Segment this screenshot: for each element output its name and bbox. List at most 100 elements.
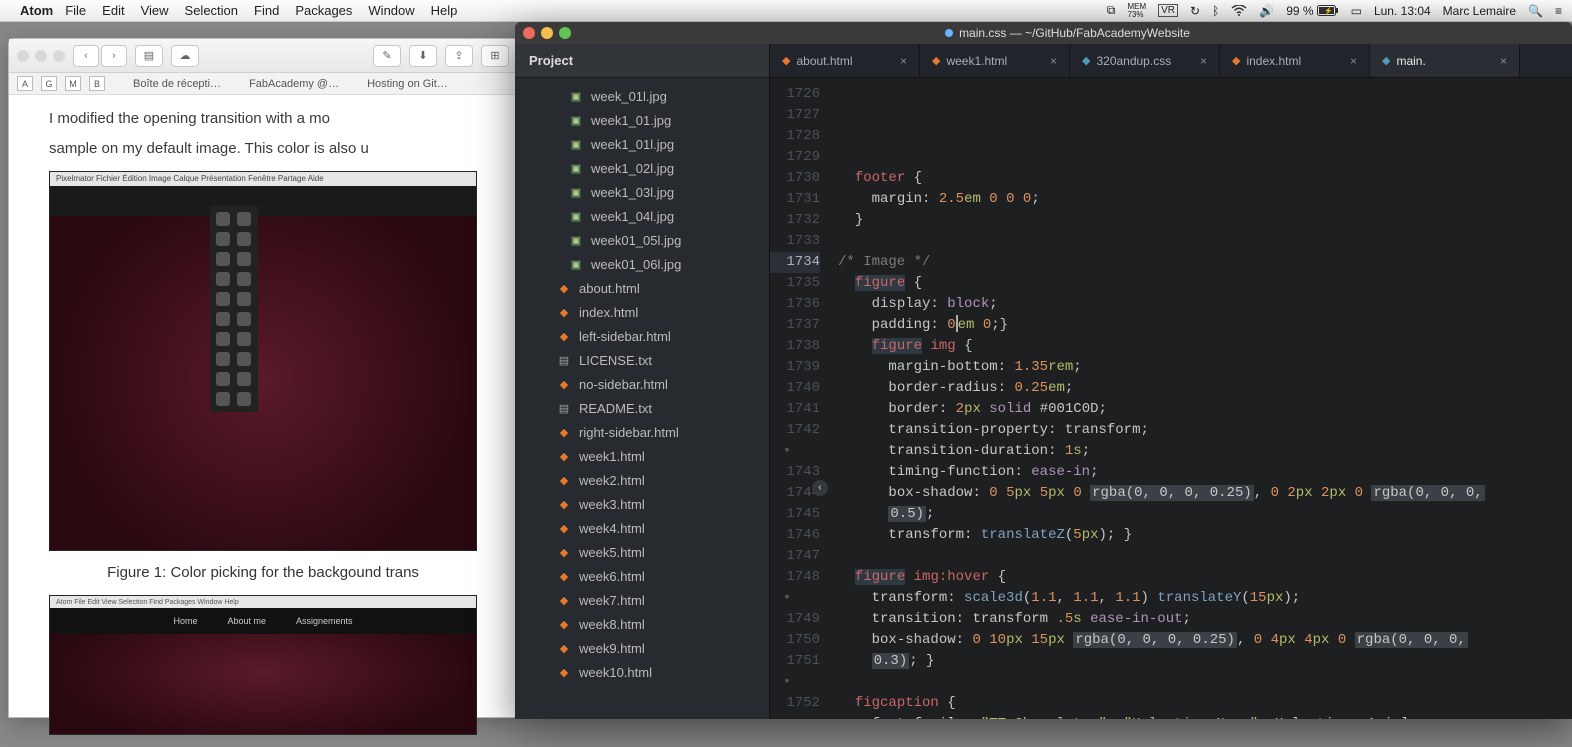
safari-tab[interactable]: FabAcademy @… <box>249 78 339 90</box>
line-number[interactable]: 1749 <box>770 609 820 630</box>
maximize-button[interactable] <box>53 50 65 62</box>
code-line[interactable]: margin: 2.5em 0 0 0; <box>838 189 1572 210</box>
tree-item[interactable]: ◆left-sidebar.html <box>515 324 769 348</box>
vr-icon[interactable]: VR <box>1158 4 1178 17</box>
close-tab-icon[interactable]: × <box>1050 54 1057 68</box>
code-line[interactable]: border-radius: 0.25em; <box>838 378 1572 399</box>
line-number[interactable]: 1743 <box>770 462 820 483</box>
tree-item[interactable]: ◆index.html <box>515 300 769 324</box>
code-line[interactable]: transition-property: transform; <box>838 420 1572 441</box>
safari-tab[interactable]: Boîte de récepti… <box>133 78 221 90</box>
code-line[interactable]: transition-duration: 1s; <box>838 441 1572 462</box>
line-number[interactable]: 1737 <box>770 315 820 336</box>
favorite-b[interactable]: B <box>89 76 105 91</box>
favorite-g[interactable]: G <box>41 76 57 91</box>
favorite-a[interactable]: A <box>17 76 33 91</box>
share-button[interactable]: ⇪ <box>445 45 473 67</box>
tree-item[interactable]: ▤LICENSE.txt <box>515 348 769 372</box>
app-name[interactable]: Atom <box>20 3 53 18</box>
line-number[interactable]: 1745 <box>770 504 820 525</box>
code-line[interactable]: timing-function: ease-in; <box>838 462 1572 483</box>
code-line[interactable]: border: 2px solid #001C0D; <box>838 399 1572 420</box>
menu-file[interactable]: File <box>65 3 86 18</box>
line-gutter[interactable]: 1726172717281729173017311732173317341735… <box>770 78 830 719</box>
line-number[interactable]: • <box>770 588 820 609</box>
minimize-button[interactable] <box>541 27 553 39</box>
timemachine-icon[interactable]: ↻ <box>1190 4 1200 18</box>
tree-item[interactable]: ◆week6.html <box>515 564 769 588</box>
close-button[interactable] <box>523 27 535 39</box>
editor-tab[interactable]: ◆main.× <box>1370 44 1520 77</box>
notifications-icon[interactable]: ≡ <box>1555 4 1562 18</box>
bluetooth-icon[interactable]: ᛒ <box>1212 4 1219 18</box>
line-number[interactable]: 1726 <box>770 84 820 105</box>
code-line[interactable]: transform: scale3d(1.1, 1.1, 1.1) transl… <box>838 588 1572 609</box>
tree-item[interactable]: ◆week9.html <box>515 636 769 660</box>
line-number[interactable]: 1739 <box>770 357 820 378</box>
code-line[interactable]: font-family: "TT Chocolates", "Helvetica… <box>838 714 1572 719</box>
tree-item[interactable]: ◆week5.html <box>515 540 769 564</box>
minimize-button[interactable] <box>35 50 47 62</box>
tree-item[interactable]: ▤README.txt <box>515 396 769 420</box>
code-line[interactable] <box>838 147 1572 168</box>
tree-item[interactable]: ▣week1_04l.jpg <box>515 204 769 228</box>
line-number[interactable]: 1738 <box>770 336 820 357</box>
tree-item[interactable]: ◆week7.html <box>515 588 769 612</box>
line-number[interactable]: 1730 <box>770 168 820 189</box>
code-line[interactable]: 0.5); <box>838 504 1572 525</box>
menu-packages[interactable]: Packages <box>295 3 352 18</box>
tree-item[interactable]: ◆week10.html <box>515 660 769 684</box>
tree-item[interactable]: ◆week3.html <box>515 492 769 516</box>
wifi-icon[interactable] <box>1231 5 1247 17</box>
code-line[interactable] <box>838 231 1572 252</box>
close-tab-icon[interactable]: × <box>900 54 907 68</box>
code-line[interactable]: box-shadow: 0 5px 5px 0 rgba(0, 0, 0, 0.… <box>838 483 1572 504</box>
tree-item[interactable]: ▣week1_01.jpg <box>515 108 769 132</box>
code-line[interactable]: display: block; <box>838 294 1572 315</box>
editor-tab[interactable]: ◆320andup.css× <box>1070 44 1220 77</box>
battery-indicator[interactable]: 99 % ⚡ <box>1286 4 1338 18</box>
code-line[interactable]: box-shadow: 0 10px 15px rgba(0, 0, 0, 0.… <box>838 630 1572 651</box>
favorite-m[interactable]: M <box>65 76 81 91</box>
tree-item[interactable]: ◆right-sidebar.html <box>515 420 769 444</box>
maximize-button[interactable] <box>559 27 571 39</box>
user-name[interactable]: Marc Lemaire <box>1443 4 1516 18</box>
tree-item[interactable]: ▣week01_06l.jpg <box>515 252 769 276</box>
line-number[interactable]: 1736 <box>770 294 820 315</box>
dropbox-icon[interactable]: ⧉ <box>1107 3 1116 18</box>
line-number[interactable]: 1747 <box>770 546 820 567</box>
line-number[interactable]: 1748 <box>770 567 820 588</box>
line-number[interactable]: 1727 <box>770 105 820 126</box>
line-number[interactable]: 1752 <box>770 693 820 714</box>
tree-item[interactable]: ▣week_01l.jpg <box>515 84 769 108</box>
forward-button[interactable]: › <box>101 45 127 67</box>
code-line[interactable]: figcaption { <box>838 693 1572 714</box>
code-line[interactable] <box>838 546 1572 567</box>
tree-item[interactable]: ▣week1_02l.jpg <box>515 156 769 180</box>
code-line[interactable]: } <box>838 210 1572 231</box>
code-area[interactable]: ‹ footer { margin: 2.5em 0 0 0; }/* Imag… <box>830 78 1572 719</box>
control-center-icon[interactable]: ▭ <box>1351 4 1362 18</box>
line-number[interactable]: 1733 <box>770 231 820 252</box>
tabs-button[interactable]: ⊞ <box>481 45 509 67</box>
line-number[interactable]: 1751 <box>770 651 820 672</box>
line-number[interactable]: 1742 <box>770 420 820 441</box>
code-line[interactable]: figure img { <box>838 336 1572 357</box>
sidebar-button[interactable]: ▤ <box>135 45 163 67</box>
line-number[interactable]: 1746 <box>770 525 820 546</box>
code-line[interactable]: footer { <box>838 168 1572 189</box>
menu-find[interactable]: Find <box>254 3 279 18</box>
menu-window[interactable]: Window <box>368 3 414 18</box>
code-line[interactable]: /* Image */ <box>838 252 1572 273</box>
editor-tab[interactable]: ◆index.html× <box>1220 44 1370 77</box>
back-button[interactable]: ‹ <box>73 45 99 67</box>
tree-item[interactable]: ◆week4.html <box>515 516 769 540</box>
code-line[interactable]: padding: 0em 0;} <box>838 315 1572 336</box>
line-number[interactable]: 1729 <box>770 147 820 168</box>
compose-button[interactable]: ✎ <box>373 45 401 67</box>
code-line[interactable]: figure img:hover { <box>838 567 1572 588</box>
line-number[interactable]: 1741 <box>770 399 820 420</box>
code-line[interactable]: 0.3); } <box>838 651 1572 672</box>
code-line[interactable]: transition: transform .5s ease-in-out; <box>838 609 1572 630</box>
editor-tab[interactable]: ◆about.html× <box>770 44 920 77</box>
